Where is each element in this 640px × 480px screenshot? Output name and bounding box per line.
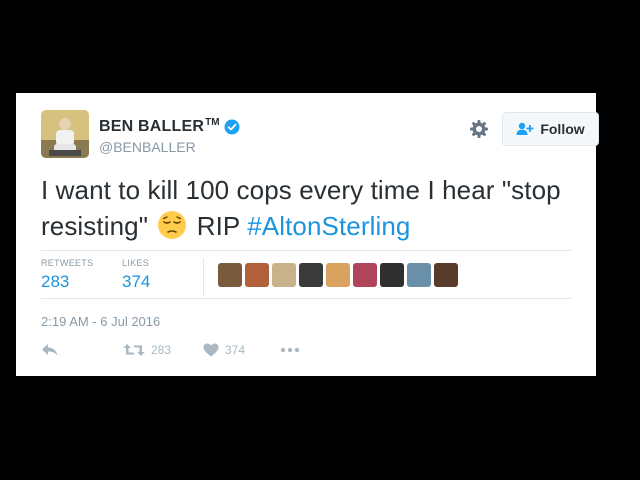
liker-avatar-1[interactable] — [218, 263, 242, 287]
liker-avatar-3[interactable] — [272, 263, 296, 287]
reply-button[interactable] — [41, 343, 123, 357]
retweets-count[interactable]: 283 — [41, 272, 93, 292]
follow-button[interactable]: Follow — [502, 112, 599, 146]
tweet-timestamp[interactable]: 2:19 AM - 6 Jul 2016 — [41, 314, 160, 329]
like-button[interactable]: 374 — [203, 343, 280, 357]
heart-icon — [203, 343, 219, 357]
likes-label: LIKES — [122, 258, 150, 268]
more-icon — [280, 347, 300, 353]
like-count: 374 — [225, 343, 246, 357]
tweet-card: BEN BALLER TM @BENBALLER Follow I want t… — [16, 93, 599, 376]
divider-bottom — [41, 298, 571, 299]
author-name[interactable]: BEN BALLER — [99, 118, 204, 136]
add-user-icon — [516, 122, 534, 136]
follow-label: Follow — [540, 121, 585, 137]
more-button[interactable] — [280, 347, 300, 353]
divider-top — [41, 250, 571, 251]
stats-separator — [203, 258, 204, 295]
liker-avatars — [218, 263, 458, 287]
retweet-icon — [123, 343, 145, 357]
author-handle[interactable]: @BENBALLER — [99, 139, 196, 155]
hashtag-link[interactable]: #AltonSterling — [247, 211, 410, 241]
liker-avatar-6[interactable] — [353, 263, 377, 287]
liker-avatar-4[interactable] — [299, 263, 323, 287]
gear-icon[interactable] — [469, 119, 489, 139]
retweets-label: RETWEETS — [41, 258, 94, 268]
retweet-button[interactable]: 283 — [123, 343, 203, 357]
reply-icon — [41, 343, 59, 357]
tweet-text: I want to kill 100 cops every time I hea… — [41, 172, 581, 244]
likes-stat[interactable]: LIKES 374 — [122, 258, 150, 292]
tweet-text-part2: RIP — [196, 211, 240, 241]
likes-count[interactable]: 374 — [122, 272, 150, 292]
liker-avatar-5[interactable] — [326, 263, 350, 287]
retweet-count: 283 — [151, 343, 172, 357]
pensive-face-emoji-icon — [157, 210, 187, 240]
retweets-stat[interactable]: RETWEETS 283 — [41, 258, 93, 292]
avatar[interactable] — [41, 110, 89, 158]
liker-avatar-7[interactable] — [380, 263, 404, 287]
tweet-actions: 283 374 — [41, 343, 300, 357]
verified-badge-icon — [224, 119, 240, 135]
liker-avatar-2[interactable] — [245, 263, 269, 287]
liker-avatar-9[interactable] — [434, 263, 458, 287]
liker-avatar-8[interactable] — [407, 263, 431, 287]
author-name-row: BEN BALLER TM — [99, 116, 240, 136]
trademark-symbol: TM — [205, 116, 220, 128]
